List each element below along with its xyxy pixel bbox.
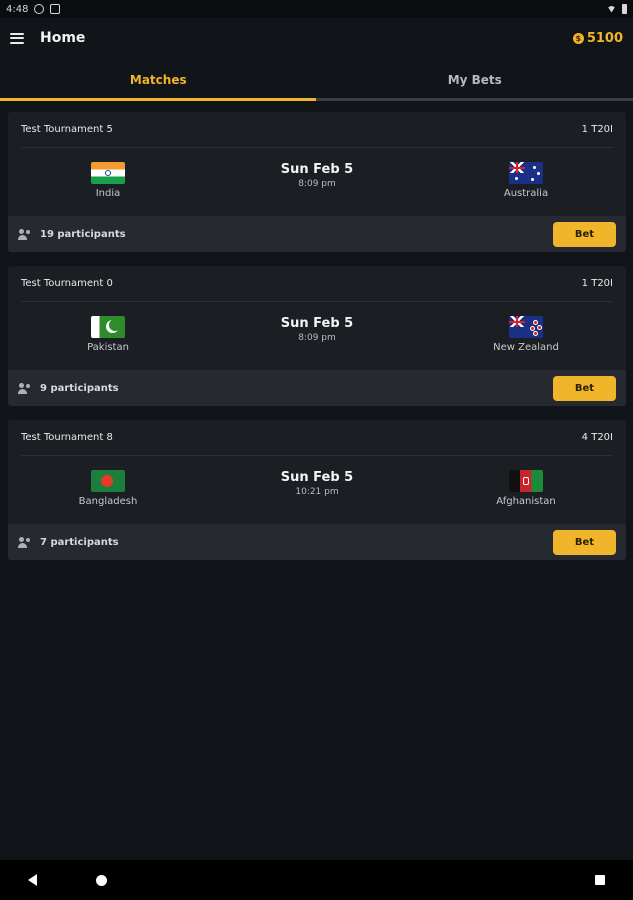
participants-count: 9 participants	[40, 382, 119, 394]
away-team-name: Afghanistan	[496, 496, 556, 507]
home-team-name: Pakistan	[87, 342, 129, 353]
card-header: Test Tournament 5 1 T20I	[8, 112, 626, 135]
home-team: Pakistan	[58, 316, 158, 353]
tab-my-bets[interactable]: My Bets	[317, 62, 633, 102]
away-team: Australia	[476, 162, 576, 199]
match-card: Test Tournament 0 1 T20I Pakistan Sun Fe…	[8, 266, 626, 406]
match-time: 10:21 pm	[295, 487, 339, 497]
system-nav-bar	[0, 860, 633, 900]
home-team-name: Bangladesh	[78, 496, 138, 507]
participants-count: 7 participants	[40, 536, 119, 548]
app-bar: Home $ 5100	[0, 18, 633, 58]
home-team: Bangladesh	[58, 470, 158, 507]
home-icon[interactable]	[95, 874, 107, 886]
afghanistan-flag-icon	[508, 470, 543, 492]
teams-row: India Sun Feb 5 8:09 pm Australia	[8, 148, 626, 210]
card-header: Test Tournament 8 4 T20I	[8, 420, 626, 443]
match-format: 1 T20I	[581, 278, 613, 289]
tab-indicator-track	[0, 98, 633, 101]
people-icon	[18, 228, 34, 240]
away-team-name: New Zealand	[493, 342, 559, 353]
match-format: 4 T20I	[581, 432, 613, 443]
status-right	[607, 4, 627, 14]
away-team-name: Australia	[503, 188, 549, 199]
tournament-name: Test Tournament 0	[21, 278, 113, 289]
india-flag-icon	[91, 162, 125, 184]
coin-amount: 5100	[586, 30, 623, 46]
tournament-name: Test Tournament 5	[21, 124, 113, 135]
menu-icon[interactable]	[10, 32, 24, 44]
match-card: Test Tournament 5 1 T20I India Sun Feb 5…	[8, 112, 626, 252]
match-datetime: Sun Feb 5 8:09 pm	[281, 316, 353, 343]
app-notification-icon	[34, 4, 45, 14]
match-format: 1 T20I	[581, 124, 613, 135]
match-card: Test Tournament 8 4 T20I Bangladesh Sun …	[8, 420, 626, 560]
match-date: Sun Feb 5	[280, 470, 354, 485]
new-zealand-flag-icon	[508, 316, 543, 338]
tournament-name: Test Tournament 8	[21, 432, 113, 443]
card-footer: 7 participants Bet	[8, 524, 626, 560]
away-team: New Zealand	[476, 316, 576, 353]
match-time: 8:09 pm	[298, 179, 336, 189]
away-team: Afghanistan	[476, 470, 576, 507]
page-title: Home	[40, 30, 86, 46]
recents-icon[interactable]	[595, 875, 605, 885]
card-footer: 9 participants Bet	[8, 370, 626, 406]
coin-icon: $	[572, 32, 584, 44]
people-icon	[18, 382, 34, 394]
tab-bar: Matches My Bets	[0, 62, 633, 102]
card-footer: 19 participants Bet	[8, 216, 626, 252]
card-header: Test Tournament 0 1 T20I	[8, 266, 626, 289]
match-datetime: Sun Feb 5 8:09 pm	[281, 162, 353, 189]
back-icon[interactable]	[28, 874, 37, 886]
participants-count: 19 participants	[40, 228, 126, 240]
sim-icon	[50, 4, 61, 14]
tab-indicator	[0, 98, 316, 101]
teams-row: Pakistan Sun Feb 5 8:09 pm New Zealand	[8, 302, 626, 364]
home-team: India	[58, 162, 158, 199]
coin-balance: $ 5100	[572, 30, 623, 46]
status-time: 4:48	[6, 3, 29, 15]
wifi-icon	[607, 5, 616, 13]
home-team-name: India	[95, 188, 121, 199]
australia-flag-icon	[508, 162, 543, 184]
tab-matches[interactable]: Matches	[0, 62, 317, 102]
status-left: 4:48	[6, 3, 61, 15]
status-bar: 4:48	[0, 0, 633, 18]
match-date: Sun Feb 5	[280, 316, 354, 331]
teams-row: Bangladesh Sun Feb 5 10:21 pm Afghanista…	[8, 456, 626, 518]
match-datetime: Sun Feb 5 10:21 pm	[281, 470, 353, 497]
bet-button[interactable]: Bet	[553, 221, 616, 247]
pakistan-flag-icon	[91, 316, 125, 338]
bet-button[interactable]: Bet	[553, 375, 616, 401]
battery-icon	[622, 4, 627, 14]
bangladesh-flag-icon	[91, 470, 125, 492]
people-icon	[18, 536, 34, 548]
bet-button[interactable]: Bet	[553, 529, 616, 555]
match-time: 8:09 pm	[298, 333, 336, 343]
match-date: Sun Feb 5	[280, 162, 354, 177]
